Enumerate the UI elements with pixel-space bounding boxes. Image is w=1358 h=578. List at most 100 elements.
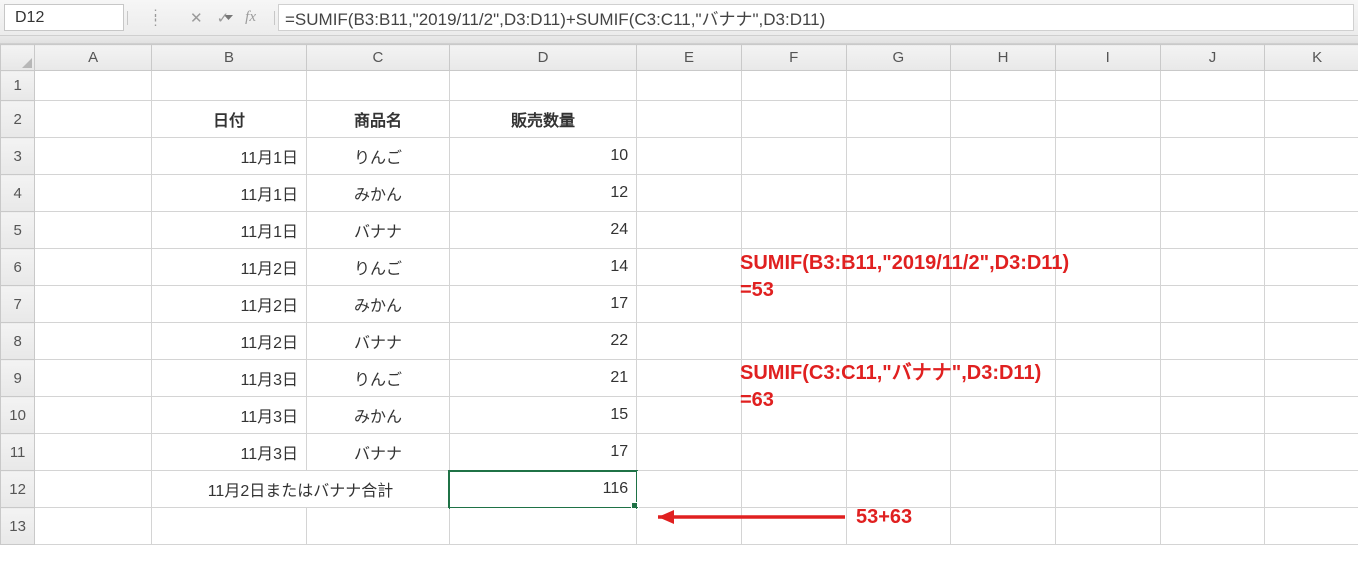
cell[interactable] (449, 508, 636, 545)
cell[interactable] (1265, 175, 1358, 212)
cell[interactable] (846, 434, 951, 471)
cell[interactable] (1055, 508, 1160, 545)
col-header[interactable]: I (1055, 45, 1160, 71)
col-header[interactable]: E (637, 45, 742, 71)
cell-qty[interactable]: 12 (449, 175, 636, 212)
cell[interactable] (1160, 212, 1265, 249)
cell-product[interactable]: みかん (307, 175, 450, 212)
cell[interactable] (637, 323, 742, 360)
summary-label-cell[interactable]: 11月2日またはバナナ合計 (151, 471, 449, 508)
cell[interactable] (1055, 101, 1160, 138)
cell[interactable] (1265, 71, 1358, 101)
cell[interactable] (1160, 360, 1265, 397)
cell[interactable] (35, 508, 152, 545)
cell[interactable] (1055, 212, 1160, 249)
cell[interactable] (35, 249, 152, 286)
cell[interactable] (846, 508, 951, 545)
cell[interactable] (1160, 434, 1265, 471)
cell[interactable] (1265, 360, 1358, 397)
cell[interactable] (449, 71, 636, 101)
cell[interactable] (951, 138, 1056, 175)
formula-input[interactable] (278, 4, 1354, 31)
col-header[interactable]: A (35, 45, 152, 71)
cell[interactable] (1160, 71, 1265, 101)
cell[interactable] (637, 71, 742, 101)
cell[interactable] (951, 249, 1056, 286)
col-header[interactable]: H (951, 45, 1056, 71)
cell[interactable] (846, 323, 951, 360)
cell[interactable] (741, 71, 846, 101)
fx-icon[interactable]: fx (243, 9, 264, 26)
cell[interactable] (741, 212, 846, 249)
cell-date[interactable]: 11月2日 (151, 286, 306, 323)
cell[interactable] (637, 138, 742, 175)
cell[interactable] (35, 323, 152, 360)
name-box-wrap[interactable] (4, 4, 124, 31)
cell[interactable] (951, 434, 1056, 471)
cell[interactable] (1160, 323, 1265, 360)
cell[interactable] (637, 397, 742, 434)
cell[interactable] (1265, 471, 1358, 508)
col-header[interactable]: K (1265, 45, 1358, 71)
cell[interactable] (741, 360, 846, 397)
cell-qty[interactable]: 17 (449, 434, 636, 471)
cell[interactable] (35, 360, 152, 397)
cell[interactable] (846, 249, 951, 286)
cell[interactable] (1055, 71, 1160, 101)
cell[interactable] (1055, 175, 1160, 212)
cell-date[interactable]: 11月3日 (151, 434, 306, 471)
cell-product[interactable]: バナナ (307, 212, 450, 249)
cell[interactable] (307, 71, 450, 101)
cell[interactable] (637, 212, 742, 249)
cell[interactable] (35, 101, 152, 138)
cell[interactable] (1265, 101, 1358, 138)
cell[interactable] (1055, 249, 1160, 286)
cell[interactable] (741, 286, 846, 323)
cell[interactable] (846, 101, 951, 138)
cell[interactable] (846, 138, 951, 175)
row-header[interactable]: 9 (1, 360, 35, 397)
cell[interactable] (35, 397, 152, 434)
cell[interactable] (151, 71, 306, 101)
cell-qty[interactable]: 15 (449, 397, 636, 434)
table-header-date[interactable]: 日付 (151, 101, 306, 138)
cancel-icon[interactable]: ✕ (190, 9, 203, 27)
cell-date[interactable]: 11月2日 (151, 249, 306, 286)
row-header[interactable]: 11 (1, 434, 35, 471)
cell[interactable] (151, 508, 306, 545)
col-header[interactable]: B (151, 45, 306, 71)
cell[interactable] (637, 175, 742, 212)
cell-product[interactable]: りんご (307, 138, 450, 175)
row-header[interactable]: 8 (1, 323, 35, 360)
select-all-corner[interactable] (1, 45, 35, 71)
cell[interactable] (1160, 101, 1265, 138)
cell[interactable] (1055, 323, 1160, 360)
cell[interactable] (35, 71, 152, 101)
col-header[interactable]: F (741, 45, 846, 71)
cell-product[interactable]: みかん (307, 397, 450, 434)
cell[interactable] (637, 101, 742, 138)
cell[interactable] (951, 508, 1056, 545)
cell[interactable] (637, 434, 742, 471)
cell[interactable] (1265, 138, 1358, 175)
cell[interactable] (846, 286, 951, 323)
cell[interactable] (1265, 323, 1358, 360)
col-header[interactable]: C (307, 45, 450, 71)
cell[interactable] (1265, 508, 1358, 545)
summary-value-cell[interactable]: 116 (449, 471, 636, 508)
cell[interactable] (741, 434, 846, 471)
cell[interactable] (1265, 286, 1358, 323)
row-header[interactable]: 3 (1, 138, 35, 175)
cell[interactable] (1265, 212, 1358, 249)
cell[interactable] (1265, 434, 1358, 471)
cell[interactable] (741, 101, 846, 138)
cell[interactable] (35, 212, 152, 249)
cell[interactable] (951, 101, 1056, 138)
cell-date[interactable]: 11月2日 (151, 323, 306, 360)
col-header[interactable]: D (449, 45, 636, 71)
cell-product[interactable]: りんご (307, 249, 450, 286)
cell[interactable] (1265, 249, 1358, 286)
enter-icon[interactable]: ✓ (217, 9, 230, 27)
cell[interactable] (35, 286, 152, 323)
cell[interactable] (741, 397, 846, 434)
